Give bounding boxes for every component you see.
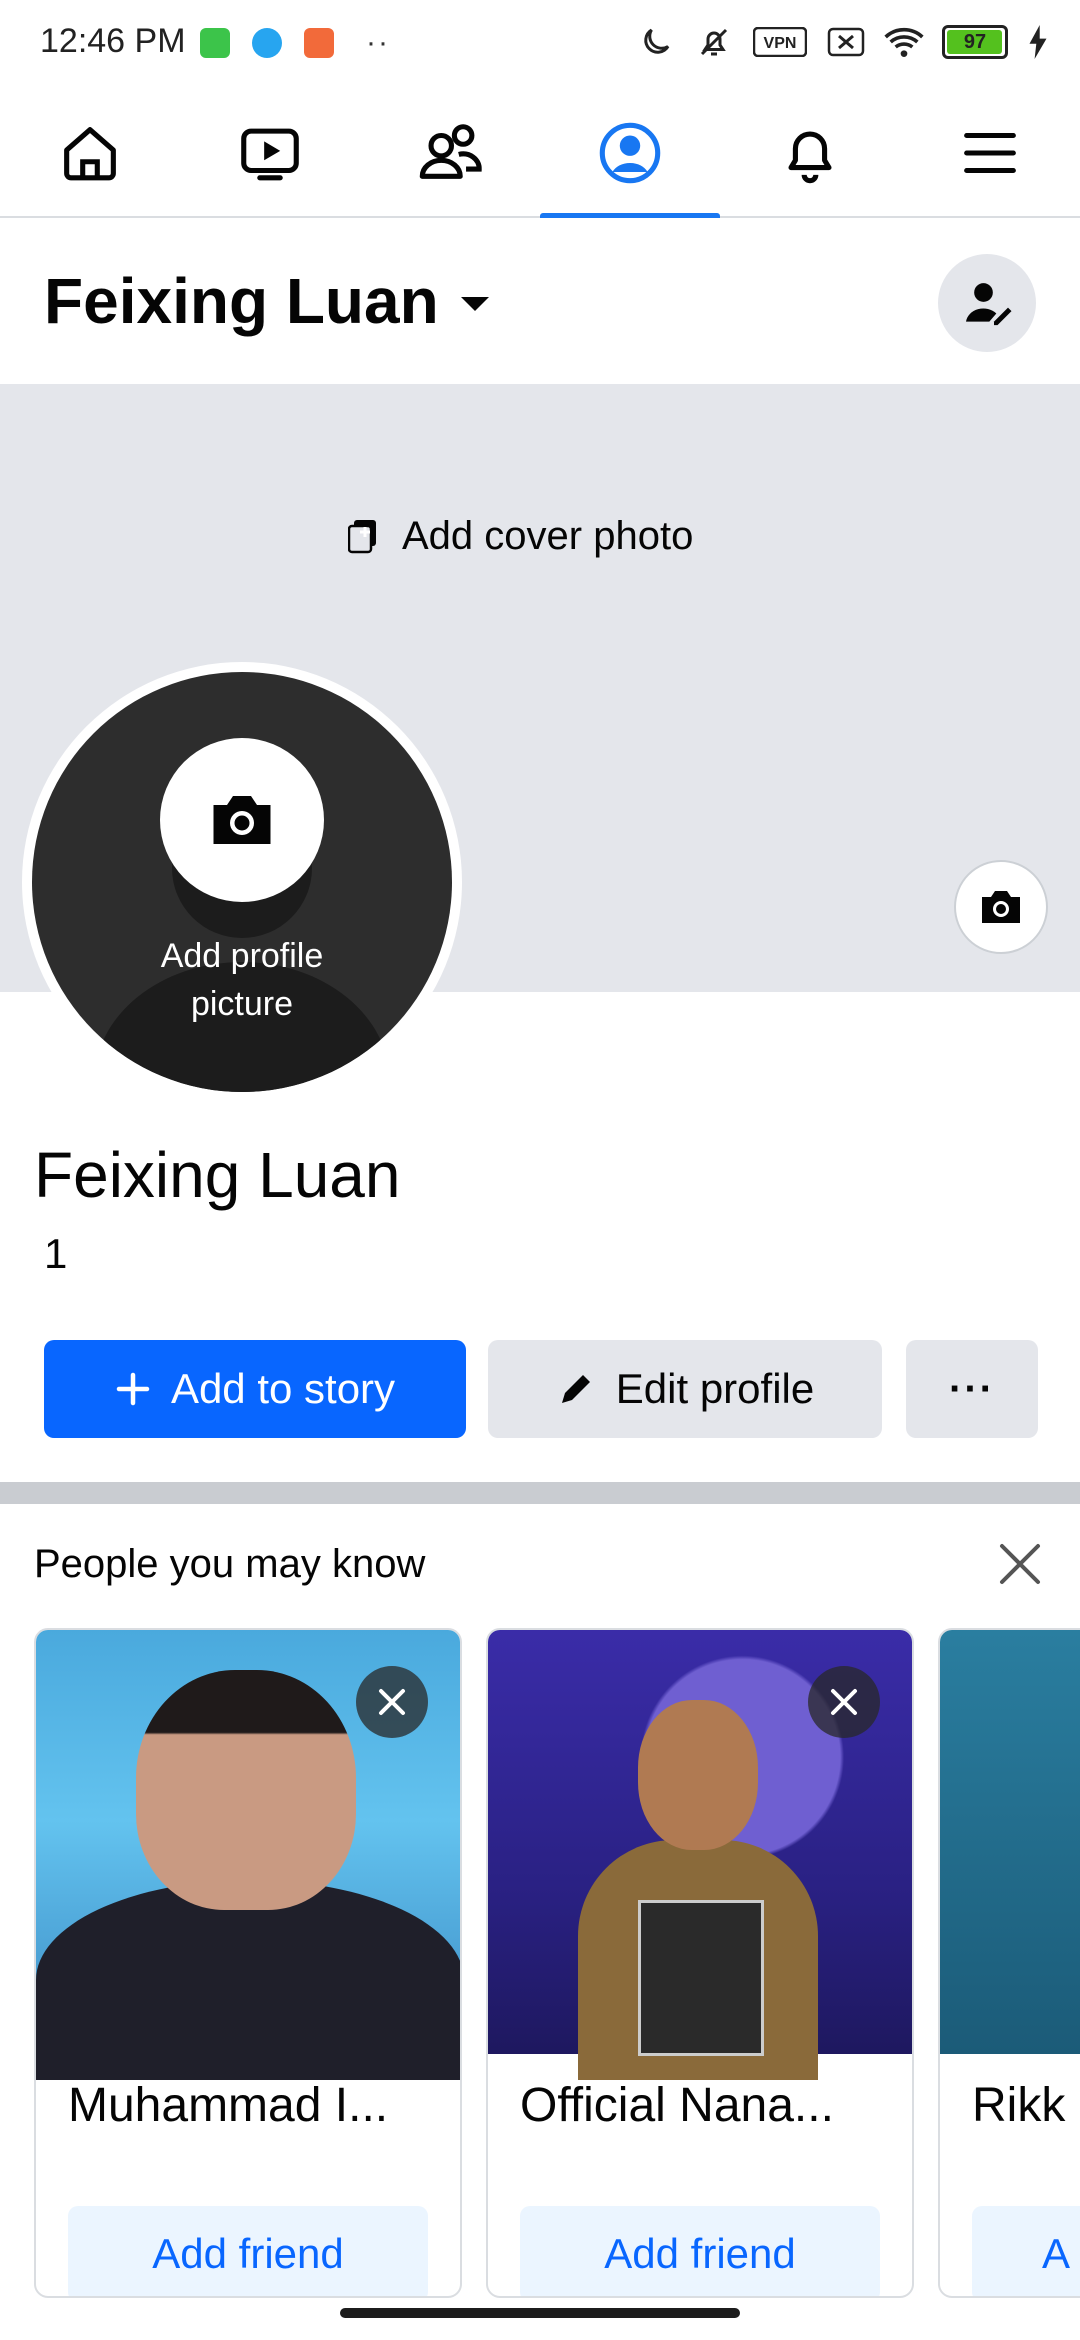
plus-icon (116, 1372, 150, 1406)
avatar-camera-button[interactable] (160, 738, 324, 902)
app-notification-icon (252, 28, 282, 58)
battery-icon: 97 (942, 25, 1008, 59)
app-notification-icon (200, 28, 230, 58)
edit-profile-button[interactable]: Edit profile (488, 1340, 882, 1438)
add-to-story-label: Add to story (170, 1365, 396, 1412)
vpn-icon: VPN (752, 22, 808, 62)
tab-friends[interactable] (360, 90, 540, 216)
status-time: 12:46 PM (40, 22, 186, 60)
profile-actions: Add to story Edit profile ··· (44, 1340, 1038, 1438)
dismiss-suggestion-button[interactable] (356, 1666, 428, 1738)
pencil-icon (561, 1375, 590, 1403)
edit-account-button[interactable] (938, 254, 1036, 352)
pymk-dismiss-button[interactable] (994, 1538, 1046, 1590)
pymk-carousel[interactable]: Muhammad I... Add friend Official Nana..… (34, 1628, 1080, 2298)
photo-person (136, 1670, 356, 1910)
add-friend-button[interactable]: Add friend (520, 2206, 880, 2296)
close-icon (831, 1689, 857, 1715)
person-edit-icon (966, 283, 1012, 326)
photo-shirt (36, 1880, 460, 2080)
home-icon (64, 127, 116, 181)
friends-icon (419, 124, 482, 179)
add-profile-label-line1: Add profile (160, 937, 324, 975)
edit-profile-label: Edit profile (615, 1365, 815, 1412)
status-right-icons: VPN 97 (636, 22, 1050, 62)
battery-level: 97 (963, 30, 987, 53)
moon-icon (636, 22, 676, 62)
add-friend-button[interactable]: Add friend (68, 2206, 428, 2296)
tab-home[interactable] (0, 90, 180, 216)
profile-picture[interactable]: Add profile picture (22, 662, 462, 1102)
add-to-story-button[interactable]: Add to story (44, 1340, 466, 1438)
camera-icon (982, 891, 1020, 923)
add-photo-icon (348, 519, 376, 553)
suggested-person-name[interactable]: Rikk (972, 2078, 1065, 2133)
svg-text:VPN: VPN (764, 35, 797, 52)
more-icon: ··· (949, 1366, 995, 1411)
bell-icon (788, 131, 832, 184)
add-cover-label: Add cover photo (402, 514, 694, 558)
tab-menu[interactable] (900, 90, 1080, 216)
video-icon (241, 128, 299, 181)
pymk-card[interactable]: Rikk A (938, 1628, 1080, 2298)
add-cover-photo-button[interactable]: Add cover photo (348, 514, 693, 559)
header-title: Feixing Luan (44, 265, 439, 337)
status-bar: 12:46 PM ·· VPN 97 (0, 0, 1080, 90)
cover-camera-button[interactable] (954, 860, 1048, 954)
add-profile-label-line2: picture (190, 985, 294, 1023)
account-switcher[interactable]: Feixing Luan (44, 264, 489, 338)
pymk-card[interactable]: Muhammad I... Add friend (34, 1628, 462, 2298)
app-notification-icon (304, 28, 334, 58)
close-icon (1000, 1544, 1040, 1584)
more-options-button[interactable]: ··· (906, 1340, 1038, 1438)
top-navigation (0, 90, 1080, 218)
section-divider (0, 1482, 1080, 1504)
wifi-icon (884, 22, 924, 62)
sim-off-icon (826, 22, 866, 62)
profile-icon (599, 122, 661, 184)
add-friend-button[interactable]: A (972, 2206, 1080, 2296)
dismiss-suggestion-button[interactable] (808, 1666, 880, 1738)
caret-down-icon (460, 297, 489, 311)
photo-book (638, 1900, 764, 2056)
pymk-card[interactable]: Official Nana... Add friend (486, 1628, 914, 2298)
suggested-person-photo[interactable] (940, 1630, 1080, 2054)
tab-video[interactable] (180, 90, 360, 216)
profile-friend-count: 1 (44, 1230, 68, 1277)
avatar-placeholder: Add profile picture (32, 672, 452, 1092)
suggested-person-name[interactable]: Official Nana... (520, 2078, 834, 2133)
camera-icon (213, 796, 271, 844)
pymk-title: People you may know (34, 1542, 426, 1586)
tab-profile[interactable] (540, 90, 720, 218)
more-notifications-icon: ·· (366, 26, 390, 59)
suggested-person-name[interactable]: Muhammad I... (68, 2078, 388, 2133)
menu-icon (964, 132, 1016, 174)
close-icon (379, 1689, 405, 1715)
charging-icon (1026, 22, 1050, 62)
status-app-icons: ·· (200, 26, 390, 60)
profile-name: Feixing Luan (34, 1139, 401, 1211)
profile-header: Feixing Luan (0, 218, 1080, 384)
add-profile-picture-label: Add profile picture (32, 932, 452, 1028)
photo-person (638, 1700, 758, 1850)
bell-off-icon (694, 22, 734, 62)
tab-notifications[interactable] (720, 90, 900, 216)
home-indicator[interactable] (340, 2308, 740, 2318)
